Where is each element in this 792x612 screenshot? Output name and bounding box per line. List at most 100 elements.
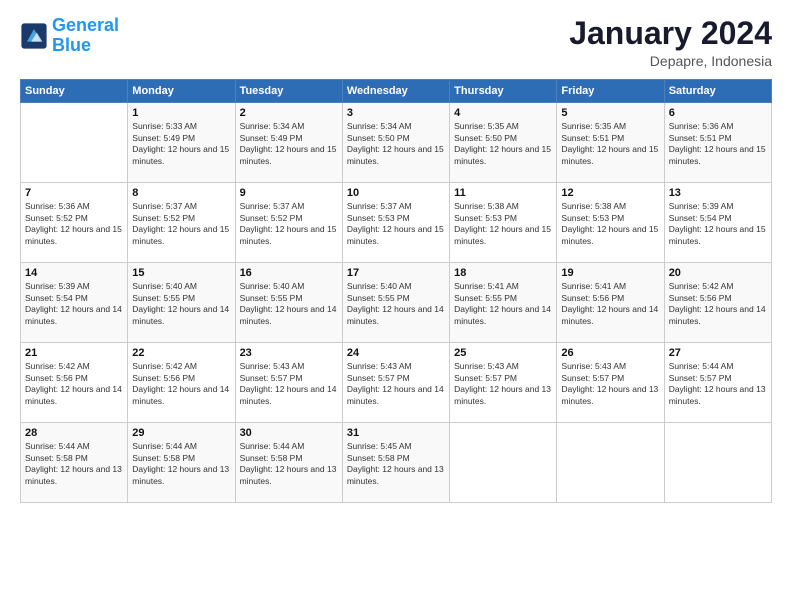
table-row: 21 Sunrise: 5:42 AM Sunset: 5:56 PM Dayli… xyxy=(21,343,128,423)
table-row: 30Sunrise: 5:44 AM Sunset: 5:58 PM Dayli… xyxy=(235,423,342,503)
day-number: 4 xyxy=(454,107,552,119)
day-number: 31 xyxy=(347,427,445,439)
day-number: 11 xyxy=(454,187,552,199)
day-number: 24 xyxy=(347,347,445,359)
cell-info: Sunrise: 5:37 AM Sunset: 5:52 PM Dayligh… xyxy=(240,201,338,247)
day-number: 2 xyxy=(240,107,338,119)
month-title: January 2024 xyxy=(569,16,772,51)
table-row: 5 Sunrise: 5:35 AM Sunset: 5:51 PM Daylig… xyxy=(557,103,664,183)
cell-info: Sunrise: 5:43 AM Sunset: 5:57 PM Dayligh… xyxy=(240,361,338,407)
day-number: 29 xyxy=(132,427,230,439)
table-row: 16 Sunrise: 5:40 AM Sunset: 5:55 PM Dayli… xyxy=(235,263,342,343)
day-number: 15 xyxy=(132,267,230,279)
table-row: 15 Sunrise: 5:40 AM Sunset: 5:55 PM Dayli… xyxy=(128,263,235,343)
cell-info: Sunrise: 5:37 AM Sunset: 5:53 PM Dayligh… xyxy=(347,201,445,247)
day-number: 5 xyxy=(561,107,659,119)
table-row: 18Sunrise: 5:41 AM Sunset: 5:55 PM Dayli… xyxy=(450,263,557,343)
cell-info: Sunrise: 5:36 AM Sunset: 5:51 PM Dayligh… xyxy=(669,121,767,167)
title-area: January 2024 Depapre, Indonesia xyxy=(569,16,772,69)
day-number: 17 xyxy=(347,267,445,279)
logo: General Blue xyxy=(20,16,119,56)
cell-info: Sunrise: 5:42 AM Sunset: 5:56 PM Dayligh… xyxy=(25,361,123,407)
header-sunday: Sunday xyxy=(21,80,128,103)
table-row xyxy=(664,423,771,503)
day-number: 28 xyxy=(25,427,123,439)
table-row: 8 Sunrise: 5:37 AM Sunset: 5:52 PM Daylig… xyxy=(128,183,235,263)
table-row: 29Sunrise: 5:44 AM Sunset: 5:58 PM Dayli… xyxy=(128,423,235,503)
cell-info: Sunrise: 5:39 AM Sunset: 5:54 PM Dayligh… xyxy=(669,201,767,247)
table-row: 9Sunrise: 5:37 AM Sunset: 5:52 PM Daylig… xyxy=(235,183,342,263)
table-row: 2 Sunrise: 5:34 AM Sunset: 5:49 PM Daylig… xyxy=(235,103,342,183)
table-row: 26Sunrise: 5:43 AM Sunset: 5:57 PM Dayli… xyxy=(557,343,664,423)
cell-info: Sunrise: 5:42 AM Sunset: 5:56 PM Dayligh… xyxy=(669,281,767,327)
cell-info: Sunrise: 5:37 AM Sunset: 5:52 PM Dayligh… xyxy=(132,201,230,247)
table-row xyxy=(21,103,128,183)
day-number: 8 xyxy=(132,187,230,199)
cell-info: Sunrise: 5:38 AM Sunset: 5:53 PM Dayligh… xyxy=(561,201,659,247)
day-number: 7 xyxy=(25,187,123,199)
header-thursday: Thursday xyxy=(450,80,557,103)
day-number: 12 xyxy=(561,187,659,199)
table-row: 22Sunrise: 5:42 AM Sunset: 5:56 PM Dayli… xyxy=(128,343,235,423)
day-number: 16 xyxy=(240,267,338,279)
table-row: 28 Sunrise: 5:44 AM Sunset: 5:58 PM Dayli… xyxy=(21,423,128,503)
table-row: 19Sunrise: 5:41 AM Sunset: 5:56 PM Dayli… xyxy=(557,263,664,343)
table-row: 6Sunrise: 5:36 AM Sunset: 5:51 PM Daylig… xyxy=(664,103,771,183)
table-row: 1 Sunrise: 5:33 AM Sunset: 5:49 PM Daylig… xyxy=(128,103,235,183)
logo-text: General xyxy=(52,16,119,36)
day-number: 19 xyxy=(561,267,659,279)
table-row: 25 Sunrise: 5:43 AM Sunset: 5:57 PM Dayli… xyxy=(450,343,557,423)
day-number: 30 xyxy=(240,427,338,439)
cell-info: Sunrise: 5:35 AM Sunset: 5:50 PM Dayligh… xyxy=(454,121,552,167)
day-number: 26 xyxy=(561,347,659,359)
table-row: 11 Sunrise: 5:38 AM Sunset: 5:53 PM Dayli… xyxy=(450,183,557,263)
table-row: 17 Sunrise: 5:40 AM Sunset: 5:55 PM Dayli… xyxy=(342,263,449,343)
day-number: 3 xyxy=(347,107,445,119)
header-monday: Monday xyxy=(128,80,235,103)
table-row: 3 Sunrise: 5:34 AM Sunset: 5:50 PM Daylig… xyxy=(342,103,449,183)
cell-info: Sunrise: 5:36 AM Sunset: 5:52 PM Dayligh… xyxy=(25,201,123,247)
day-number: 14 xyxy=(25,267,123,279)
table-row xyxy=(450,423,557,503)
cell-info: Sunrise: 5:34 AM Sunset: 5:49 PM Dayligh… xyxy=(240,121,338,167)
table-row: 13 Sunrise: 5:39 AM Sunset: 5:54 PM Dayli… xyxy=(664,183,771,263)
header-wednesday: Wednesday xyxy=(342,80,449,103)
page-header: General Blue January 2024 Depapre, Indon… xyxy=(20,16,772,69)
table-row: 24 Sunrise: 5:43 AM Sunset: 5:57 PM Dayli… xyxy=(342,343,449,423)
day-number: 27 xyxy=(669,347,767,359)
cell-info: Sunrise: 5:40 AM Sunset: 5:55 PM Dayligh… xyxy=(347,281,445,327)
header-saturday: Saturday xyxy=(664,80,771,103)
cell-info: Sunrise: 5:38 AM Sunset: 5:53 PM Dayligh… xyxy=(454,201,552,247)
cell-info: Sunrise: 5:39 AM Sunset: 5:54 PM Dayligh… xyxy=(25,281,123,327)
day-number: 18 xyxy=(454,267,552,279)
cell-info: Sunrise: 5:42 AM Sunset: 5:56 PM Dayligh… xyxy=(132,361,230,407)
cell-info: Sunrise: 5:44 AM Sunset: 5:57 PM Dayligh… xyxy=(669,361,767,407)
cell-info: Sunrise: 5:44 AM Sunset: 5:58 PM Dayligh… xyxy=(25,441,123,487)
calendar-table: Sunday Monday Tuesday Wednesday Thursday… xyxy=(20,79,772,503)
day-number: 1 xyxy=(132,107,230,119)
cell-info: Sunrise: 5:34 AM Sunset: 5:50 PM Dayligh… xyxy=(347,121,445,167)
table-row: 23 Sunrise: 5:43 AM Sunset: 5:57 PM Dayli… xyxy=(235,343,342,423)
cell-info: Sunrise: 5:40 AM Sunset: 5:55 PM Dayligh… xyxy=(132,281,230,327)
table-row: 10 Sunrise: 5:37 AM Sunset: 5:53 PM Dayli… xyxy=(342,183,449,263)
day-number: 13 xyxy=(669,187,767,199)
table-row: 4 Sunrise: 5:35 AM Sunset: 5:50 PM Daylig… xyxy=(450,103,557,183)
day-number: 23 xyxy=(240,347,338,359)
location: Depapre, Indonesia xyxy=(569,53,772,69)
header-friday: Friday xyxy=(557,80,664,103)
cell-info: Sunrise: 5:45 AM Sunset: 5:58 PM Dayligh… xyxy=(347,441,445,487)
day-number: 25 xyxy=(454,347,552,359)
day-number: 10 xyxy=(347,187,445,199)
cell-info: Sunrise: 5:40 AM Sunset: 5:55 PM Dayligh… xyxy=(240,281,338,327)
day-number: 21 xyxy=(25,347,123,359)
cell-info: Sunrise: 5:43 AM Sunset: 5:57 PM Dayligh… xyxy=(347,361,445,407)
calendar-header-row: Sunday Monday Tuesday Wednesday Thursday… xyxy=(21,80,772,103)
cell-info: Sunrise: 5:33 AM Sunset: 5:49 PM Dayligh… xyxy=(132,121,230,167)
table-row: 7 Sunrise: 5:36 AM Sunset: 5:52 PM Daylig… xyxy=(21,183,128,263)
table-row: 20 Sunrise: 5:42 AM Sunset: 5:56 PM Dayli… xyxy=(664,263,771,343)
logo-text2: Blue xyxy=(52,36,119,56)
cell-info: Sunrise: 5:35 AM Sunset: 5:51 PM Dayligh… xyxy=(561,121,659,167)
day-number: 20 xyxy=(669,267,767,279)
table-row: 31 Sunrise: 5:45 AM Sunset: 5:58 PM Dayli… xyxy=(342,423,449,503)
cell-info: Sunrise: 5:43 AM Sunset: 5:57 PM Dayligh… xyxy=(454,361,552,407)
